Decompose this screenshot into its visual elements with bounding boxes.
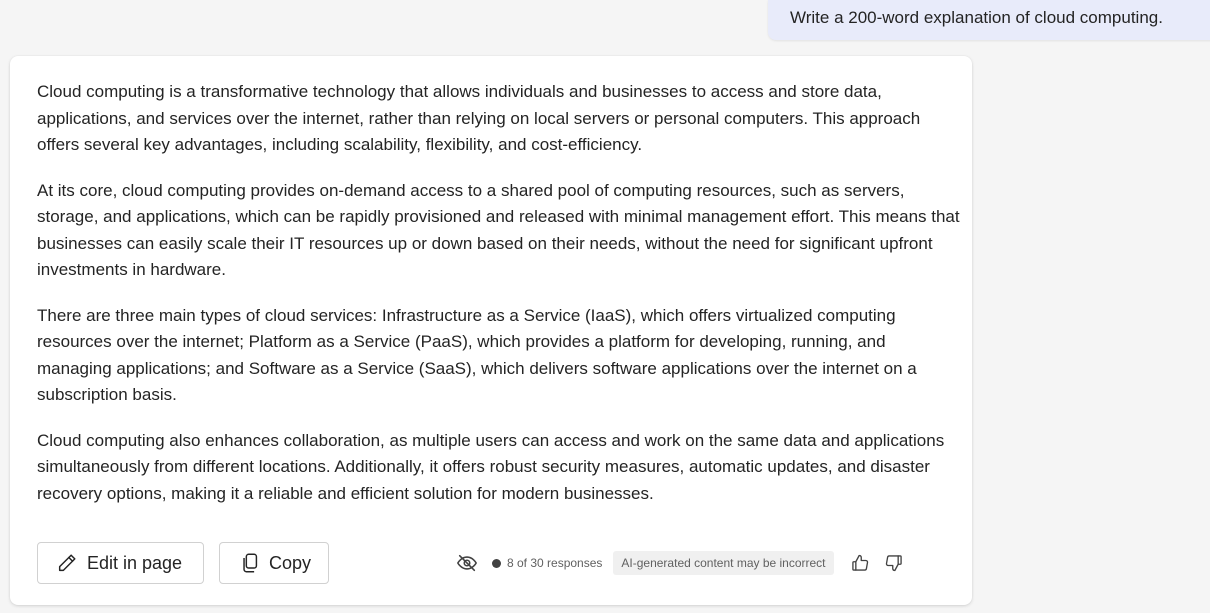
response-body: Cloud computing is a transformative tech… <box>37 79 962 507</box>
ai-disclaimer-badge: AI-generated content may be incorrect <box>613 551 834 575</box>
thumbs-down-icon[interactable] <box>882 551 906 575</box>
response-footer: 8 of 30 responses AI-generated content m… <box>456 550 916 576</box>
copy-icon <box>243 553 258 573</box>
eye-off-icon[interactable] <box>456 551 480 575</box>
response-paragraph: Cloud computing is a transformative tech… <box>37 82 921 154</box>
user-prompt-bubble: Write a 200-word explanation of cloud co… <box>768 0 1210 40</box>
response-paragraph: At its core, cloud computing provides on… <box>37 180 960 280</box>
edit-in-page-label: Edit in page <box>87 552 183 573</box>
pencil-icon <box>58 554 76 572</box>
thumbs-up-icon[interactable] <box>848 551 872 575</box>
user-prompt-text: Write a 200-word explanation of cloud co… <box>790 8 1163 27</box>
response-paragraph: There are three main types of cloud serv… <box>37 305 917 405</box>
status-dot <box>492 558 501 568</box>
response-card: Cloud computing is a transformative tech… <box>10 56 972 605</box>
copy-button[interactable]: Copy <box>219 542 329 584</box>
response-paragraph: Cloud computing also enhances collaborat… <box>37 430 945 503</box>
edit-in-page-button[interactable]: Edit in page <box>37 542 204 584</box>
response-count: 8 of 30 responses <box>507 556 603 570</box>
copy-label: Copy <box>269 552 312 573</box>
